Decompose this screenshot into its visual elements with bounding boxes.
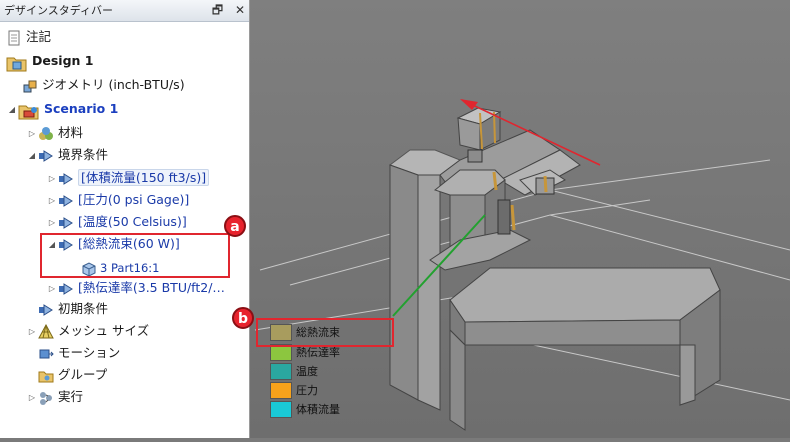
tree-item-label: Scenario 1 [44,101,119,116]
notes-icon [6,30,22,46]
tree-item-label: グループ [58,367,108,382]
tree-item-label: [体積流量(150 ft3/s)] [78,169,210,186]
tree-item-mesh-size[interactable]: ▷ メッシュ サイズ [26,321,149,341]
tree-item-boundary-conditions[interactable]: ◢ 境界条件 [26,145,108,165]
tree-item-groups[interactable]: グループ [38,365,107,385]
tree-item-geometry[interactable]: ジオメトリ (inch-BTU/s) [22,75,185,95]
tree-item-label: メッシュ サイズ [58,323,150,338]
tree-item-run[interactable]: ▷ 実行 [26,387,83,407]
legend-label: 熱伝達率 [296,346,340,359]
legend-label: 圧力 [296,384,318,397]
tree-item-label: 実行 [58,389,84,404]
tree-item-motion[interactable]: モーション [38,343,120,363]
collapse-arrow-icon[interactable]: ▷ [46,213,58,233]
legend-swatch [270,363,292,380]
collapse-arrow-icon[interactable]: ▷ [26,322,38,342]
tree-item-label: ジオメトリ (inch-BTU/s) [42,77,185,92]
expand-arrow-icon[interactable]: ◢ [26,146,38,166]
tree-item-design[interactable]: Design 1 [6,51,93,71]
callout-a-highlight [40,233,230,278]
callout-b-badge: b [232,307,254,329]
panel-title: デザインスタディバー [4,4,114,17]
tree-item-label: [圧力(0 psi Gage)] [78,192,190,207]
mesh-icon [38,323,54,340]
boundary-condition-icon [58,193,74,209]
boundary-condition-icon [58,171,74,187]
materials-icon [38,126,54,142]
boundary-condition-icon [58,215,74,231]
legend-swatch [270,382,292,399]
boundary-condition-icon [38,148,54,164]
tree-item-label: 境界条件 [58,147,109,162]
tree-item-label: 注記 [26,29,52,44]
geometry-icon [22,78,38,94]
tree-item-label: [温度(50 Celsius)] [78,214,187,229]
tree-item-notes[interactable]: 注記 [6,27,51,47]
motion-icon [38,346,54,362]
expand-arrow-icon[interactable]: ◢ [6,100,18,120]
callout-a-badge: a [224,215,246,237]
tree-item-label: モーション [58,345,121,360]
panel-title-bar: デザインスタディバー 🗗 ✕ [0,0,249,22]
tree-item-bc-volume-flow[interactable]: ▷ [体積流量(150 ft3/s)] [46,168,210,189]
tree-item-initial-conditions[interactable]: 初期条件 [38,299,108,319]
design-study-bar: デザインスタディバー 🗗 ✕ 注記 Design 1 ジオメトリ (inch-B… [0,0,250,438]
tree-item-label: [熱伝達率(3.5 BTU/ft2/… [78,280,225,295]
design-folder-icon [6,54,28,71]
close-icon[interactable]: ✕ [235,3,245,17]
graphics-viewport[interactable] [250,0,790,438]
tree-item-bc-temperature[interactable]: ▷ [温度(50 Celsius)] [46,212,187,232]
collapse-arrow-icon[interactable]: ▷ [46,279,58,299]
legend-item-temperature: 温度 [270,363,318,381]
restore-icon[interactable]: 🗗 [212,3,223,17]
tree-item-label: 初期条件 [58,301,109,316]
scenario-folder-icon [18,102,40,119]
tree-item-bc-pressure[interactable]: ▷ [圧力(0 psi Gage)] [46,190,189,210]
initial-conditions-icon [38,302,54,318]
tree-item-label: Design 1 [32,53,94,68]
boundary-condition-icon [58,281,74,297]
legend-label: 温度 [296,365,318,378]
collapse-arrow-icon[interactable]: ▷ [46,191,58,211]
model-3d-view [250,0,790,438]
legend-swatch [270,401,292,418]
legend-item-pressure: 圧力 [270,382,318,400]
run-icon [38,390,54,406]
tree-item-label: 材料 [58,125,84,140]
callout-b-highlight [256,318,394,347]
tree-item-materials[interactable]: ▷ 材料 [26,123,83,143]
tree-item-bc-heat-transfer[interactable]: ▷ [熱伝達率(3.5 BTU/ft2/… [46,278,225,298]
collapse-arrow-icon[interactable]: ▷ [26,124,38,144]
groups-icon [38,368,54,384]
collapse-arrow-icon[interactable]: ▷ [46,169,58,189]
collapse-arrow-icon[interactable]: ▷ [26,388,38,408]
legend-label: 体積流量 [296,403,340,416]
legend-item-volume-flow: 体積流量 [270,401,340,419]
tree-item-scenario[interactable]: ◢ Scenario 1 [6,99,118,119]
